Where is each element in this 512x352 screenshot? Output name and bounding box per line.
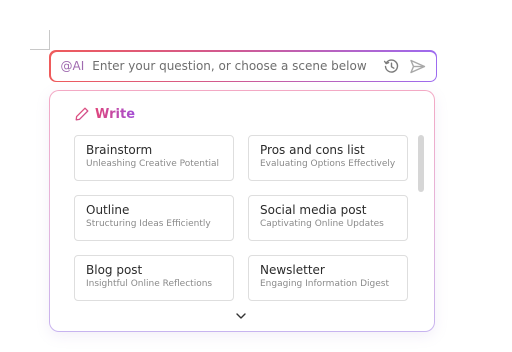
- scene-card-outline[interactable]: Outline Structuring Ideas Efficiently: [74, 195, 234, 241]
- scene-card-subtitle: Engaging Information Digest: [260, 279, 389, 289]
- history-clock-icon: [383, 58, 399, 73]
- send-arrow-icon: [410, 59, 426, 73]
- ai-prompt-bar: @AI: [49, 50, 437, 82]
- history-button[interactable]: [382, 56, 402, 76]
- scene-card-brainstorm[interactable]: Brainstorm Unleashing Creative Potential: [74, 135, 234, 181]
- scene-card-blog-post[interactable]: Blog post Insightful Online Reflections: [74, 255, 234, 301]
- scene-card-title: Outline: [86, 203, 130, 217]
- scene-card-subtitle: Unleashing Creative Potential: [86, 159, 220, 169]
- write-section-header: Write: [74, 106, 135, 122]
- ai-prefix-label: @AI: [60, 59, 85, 73]
- section-title: Write: [95, 106, 136, 122]
- scene-card-title: Blog post: [86, 263, 143, 277]
- scene-card-title: Newsletter: [260, 263, 325, 277]
- canvas-guide-vertical: [49, 30, 50, 50]
- ai-prompt-bar-inner: @AI: [50, 51, 436, 81]
- scene-card-newsletter[interactable]: Newsletter Engaging Information Digest: [248, 255, 408, 301]
- expand-more-button[interactable]: [234, 310, 248, 322]
- scene-card-title: Pros and cons list: [260, 143, 365, 157]
- scene-card-pros-and-cons[interactable]: Pros and cons list Evaluating Options Ef…: [248, 135, 408, 181]
- ai-question-input[interactable]: [92, 59, 376, 73]
- scene-panel: Write Brainstorm Unleashing Creative Pot…: [49, 90, 435, 332]
- canvas-guide-horizontal: [30, 49, 50, 50]
- pen-icon: [74, 107, 90, 122]
- scrollbar-thumb[interactable]: [418, 135, 424, 192]
- scene-card-title: Social media post: [260, 203, 367, 217]
- scene-panel-inner: Write Brainstorm Unleashing Creative Pot…: [50, 91, 434, 331]
- scene-card-title: Brainstorm: [86, 143, 153, 157]
- scene-card-social-media-post[interactable]: Social media post Captivating Online Upd…: [248, 195, 408, 241]
- scene-card-subtitle: Evaluating Options Effectively: [260, 159, 396, 169]
- chevron-down-icon: [236, 313, 246, 319]
- scene-card-subtitle: Captivating Online Updates: [260, 219, 384, 229]
- send-button[interactable]: [408, 56, 428, 76]
- scene-card-subtitle: Insightful Online Reflections: [86, 279, 213, 289]
- scene-card-subtitle: Structuring Ideas Efficiently: [86, 219, 211, 229]
